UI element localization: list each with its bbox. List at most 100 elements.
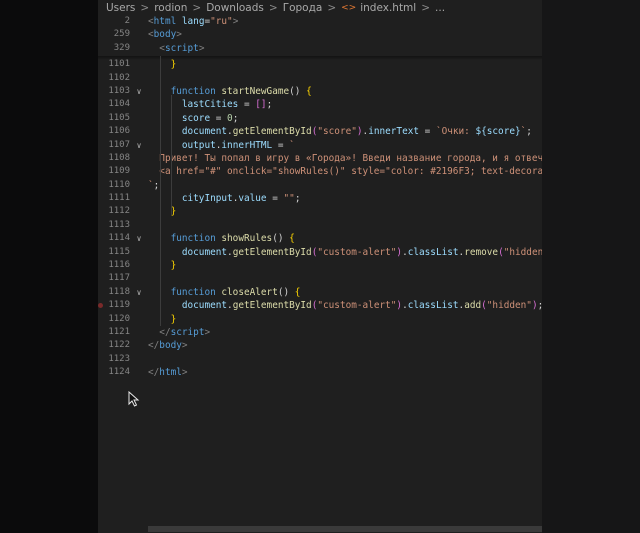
code-line[interactable]: 1117 <box>98 272 542 285</box>
breadcrumb-separator: > <box>421 2 431 14</box>
code-token: function <box>170 85 216 97</box>
code-token: value <box>238 193 267 205</box>
code-token: lastCities <box>181 99 239 111</box>
code-token: { <box>306 85 312 97</box>
code-line[interactable]: 1102 <box>98 72 542 85</box>
code-token: innerHTML <box>221 139 273 151</box>
code-token: innerText <box>368 126 420 138</box>
code-line[interactable]: 1101 } <box>98 58 542 71</box>
code-text: document.getElementById("custom-alert").… <box>148 246 542 259</box>
breadcrumb-item-rodion[interactable]: rodion <box>154 2 187 14</box>
code-token: ${score} <box>475 126 521 138</box>
code-line[interactable]: 329 <script> <box>98 42 542 55</box>
code-token: "ru" <box>210 16 233 27</box>
code-text: document.getElementById("custom-alert").… <box>148 299 542 312</box>
code-line[interactable]: 1115 document.getElementById("custom-ale… <box>98 246 542 259</box>
code-line[interactable]: 1120 } <box>98 313 542 326</box>
code-line[interactable]: 1113 <box>98 219 542 232</box>
code-token: ` <box>289 139 295 151</box>
code-line[interactable]: 1111 cityInput.value = ""; <box>98 192 542 205</box>
code-token: "custom-alert" <box>317 300 397 312</box>
code-text: </script> <box>148 326 210 339</box>
horizontal-scrollbar[interactable] <box>148 526 542 532</box>
code-line[interactable]: 1104 lastCities = []; <box>98 98 542 111</box>
code-text: function closeAlert() { <box>148 286 301 299</box>
code-line[interactable]: 1118 ∨ function closeAlert() { <box>98 286 542 299</box>
line-number: 1119 <box>108 300 130 311</box>
line-number: 1117 <box>108 273 130 284</box>
code-token: getElementById <box>232 300 312 312</box>
code-text: <a href="#" onclick="showRules()" style=… <box>148 165 542 178</box>
line-number: 2 <box>124 16 130 26</box>
code-token: ; <box>526 126 532 138</box>
code-token: "hidden" <box>503 246 542 258</box>
code-line[interactable]: 1110 `; <box>98 179 542 192</box>
code-line[interactable]: 1109 <a href="#" onclick="showRules()" s… <box>98 165 542 178</box>
line-number: 259 <box>113 29 130 40</box>
code-line[interactable]: 1108 Привет! Ты попал в игру в «Города»!… <box>98 152 542 165</box>
code-line[interactable]: 1107 ∨ output.innerHTML = ` <box>98 139 542 152</box>
code-token: getElementById <box>232 246 312 258</box>
code-text: score = 0; <box>148 112 238 125</box>
code-lines[interactable]: 2 <html lang="ru"> 259 <body> 329 <script> 11… <box>98 15 542 380</box>
code-token: { <box>289 233 295 245</box>
code-token: = <box>272 139 290 151</box>
code-token: = <box>266 193 284 205</box>
code-token: function <box>170 286 216 298</box>
code-line[interactable]: 1103 ∨ function startNewGame() { <box>98 85 542 98</box>
html-file-icon: <> <box>341 3 357 13</box>
code-line[interactable]: 1123 <box>98 353 542 366</box>
code-token: } <box>170 313 177 325</box>
code-line[interactable]: 1105 score = 0; <box>98 112 542 125</box>
code-token: > <box>232 16 239 27</box>
code-token: startNewGame <box>221 85 290 97</box>
breadcrumb-item-file[interactable]: index.html <box>360 2 416 14</box>
code-token: `Очки: <box>435 126 476 138</box>
code-line[interactable]: 1124 </html> <box>98 366 542 379</box>
fold-chevron-icon[interactable]: ∨ <box>134 232 144 245</box>
code-token: () <box>272 233 290 245</box>
line-number: 1111 <box>108 193 130 204</box>
code-token: function <box>170 233 216 245</box>
code-line[interactable]: 1106 document.getElementById("score").in… <box>98 125 542 138</box>
line-number: 1114 <box>108 233 130 244</box>
line-number: 1120 <box>108 313 130 324</box>
breadcrumb-item-users[interactable]: Users <box>106 2 135 14</box>
breadcrumb-item-folder[interactable]: Города <box>283 2 323 14</box>
code-text: <script> <box>148 42 204 55</box>
line-number: 1118 <box>108 286 130 297</box>
side-panel <box>542 0 640 533</box>
breadcrumb-item-downloads[interactable]: Downloads <box>206 2 264 14</box>
breadcrumb-item-symbol[interactable]: ... <box>435 2 445 14</box>
line-number: 1101 <box>108 59 130 70</box>
code-token: body <box>153 29 177 41</box>
fold-chevron-icon[interactable]: ∨ <box>134 286 144 299</box>
code-token: document <box>181 246 228 258</box>
code-text: } <box>148 58 177 71</box>
line-number: 1121 <box>108 326 130 337</box>
code-line[interactable]: 1119 document.getElementById("custom-ale… <box>98 299 542 312</box>
fold-chevron-icon[interactable]: ∨ <box>134 85 144 98</box>
code-text: } <box>148 313 177 326</box>
code-text: <html lang="ru"> <box>148 15 238 28</box>
code-line[interactable]: 1114 ∨ function showRules() { <box>98 232 542 245</box>
code-line[interactable]: 1116 } <box>98 259 542 272</box>
code-token: </ <box>148 340 160 352</box>
code-editor[interactable]: Users > rodion > Downloads > Города > <>… <box>98 0 542 533</box>
code-text: </html> <box>148 366 188 379</box>
code-token: closeAlert <box>221 286 278 298</box>
fold-chevron-icon[interactable]: ∨ <box>134 139 144 152</box>
breadcrumb: Users > rodion > Downloads > Города > <>… <box>98 0 542 16</box>
line-number: 329 <box>113 42 130 53</box>
line-number: 1113 <box>108 219 130 230</box>
code-line[interactable]: 259 <body> <box>98 28 542 41</box>
code-line[interactable]: 2 <html lang="ru"> <box>98 15 542 28</box>
code-line[interactable]: 1121 </script> <box>98 326 542 339</box>
code-line[interactable]: 1112 } <box>98 205 542 218</box>
code-line[interactable]: 1122 </body> <box>98 339 542 352</box>
code-text: document.getElementById("score").innerTe… <box>148 125 532 138</box>
